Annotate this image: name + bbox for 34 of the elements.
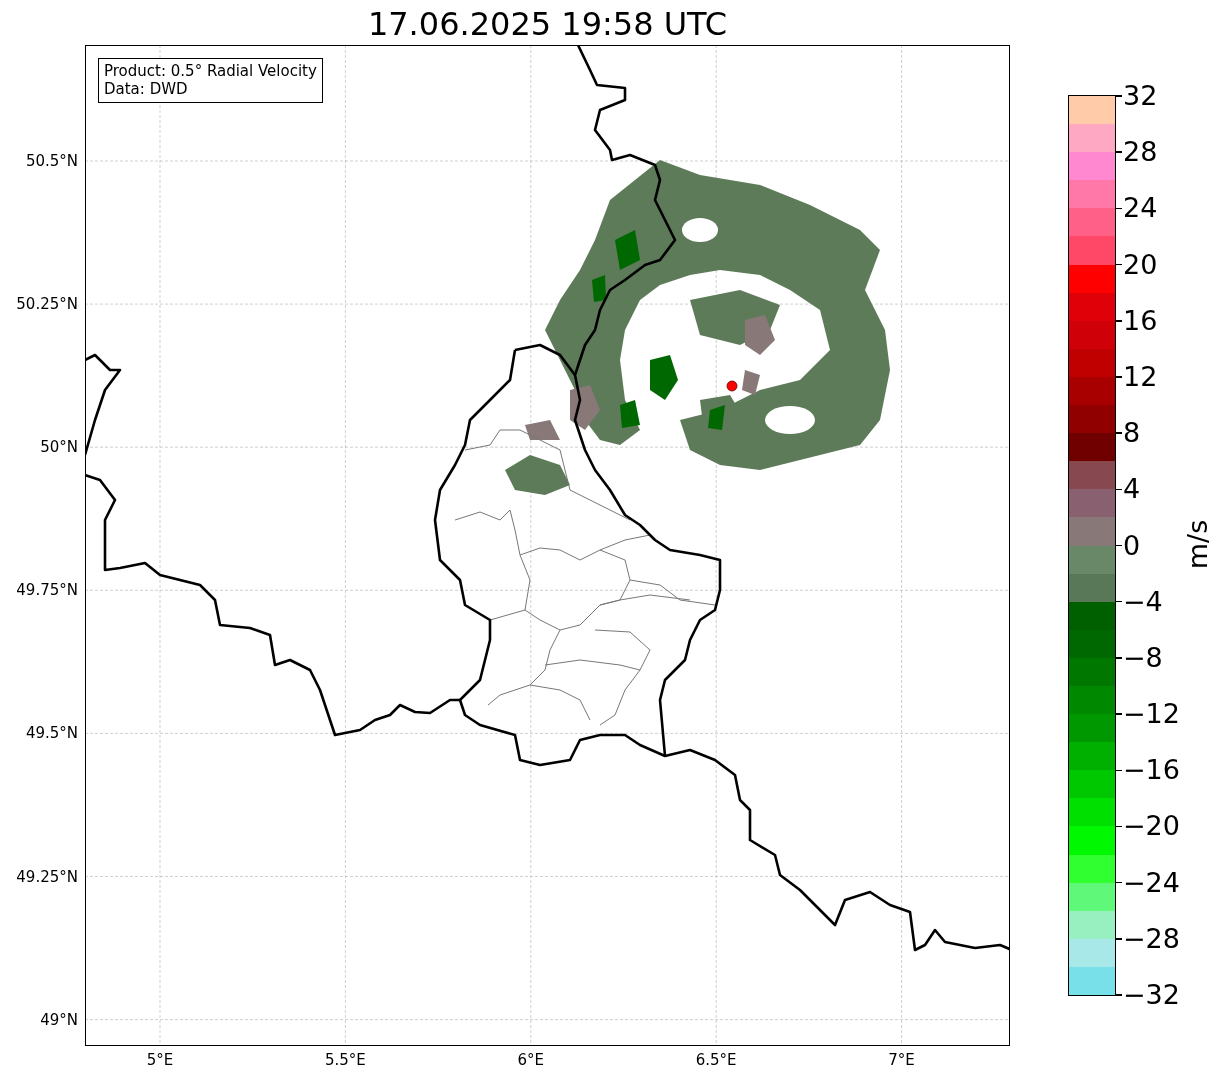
colorbar-tick-label: 24	[1123, 193, 1158, 224]
latitude-label: 50°N	[40, 438, 78, 457]
longitude-label: 5°E	[146, 1051, 174, 1069]
colorbar-tick-label: 12	[1123, 361, 1158, 392]
colorbar-tick-label: 8	[1123, 418, 1141, 449]
radar-site-marker	[726, 380, 738, 392]
colorbar-tick-label: −8	[1123, 642, 1163, 673]
colorbar-tick-label: −20	[1123, 811, 1180, 842]
colorbar-tick-label: −4	[1123, 586, 1163, 617]
longitude-label: 5.5°E	[324, 1051, 366, 1069]
colorbar-unit-label: m/s	[1182, 519, 1214, 570]
latitude-label: 50.25°N	[16, 295, 78, 314]
chart-title: 17.06.2025 19:58 UTC	[366, 4, 729, 45]
colorbar-tick-label: 32	[1123, 81, 1158, 111]
data-source-label: Data: DWD	[104, 80, 189, 98]
colorbar-tick-label: −28	[1123, 923, 1180, 954]
product-label: Product: 0.5° Radial Velocity	[104, 62, 317, 80]
colorbar-tick-label: 16	[1123, 305, 1158, 336]
colorbar-tick-label: 20	[1123, 249, 1158, 280]
latitude-label: 50.5°N	[25, 152, 78, 170]
colorbar-tick-label: −16	[1123, 755, 1180, 786]
latitude-label: 49.75°N	[16, 581, 78, 600]
colorbar-tick-label: 0	[1123, 530, 1141, 561]
colorbar-tick-label: 4	[1123, 474, 1141, 505]
latitude-label: 49.25°N	[16, 867, 78, 886]
latitude-label: 49.5°N	[25, 724, 78, 743]
latitude-label: 49°N	[40, 1010, 78, 1029]
colorbar-tick-label: −32	[1123, 980, 1180, 1010]
longitude-label: 6°E	[517, 1051, 545, 1069]
longitude-label: 7°E	[888, 1051, 915, 1069]
longitude-label: 6.5°E	[695, 1051, 737, 1069]
colorbar-tick-label: 28	[1123, 137, 1158, 168]
colorbar-tick-label: −24	[1123, 867, 1180, 898]
colorbar-tick-label: −12	[1123, 699, 1180, 730]
